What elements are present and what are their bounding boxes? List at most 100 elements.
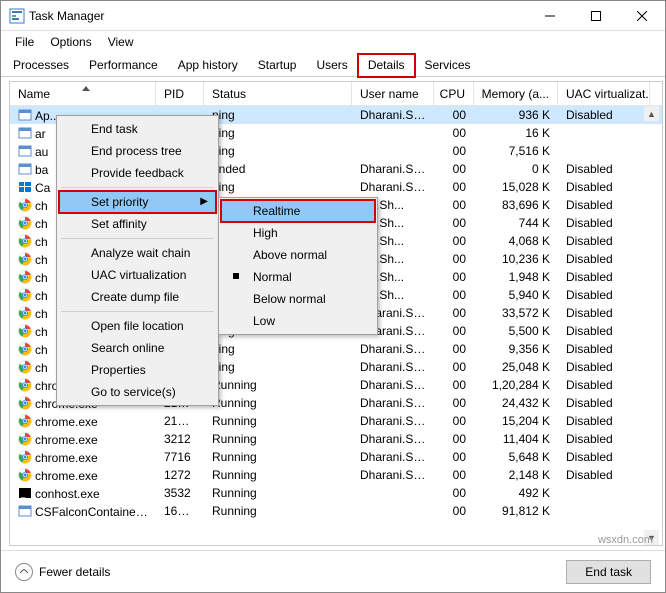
process-status: ning bbox=[204, 144, 352, 158]
chrome-icon bbox=[18, 198, 32, 212]
process-cpu: 00 bbox=[434, 450, 474, 464]
process-status: ended bbox=[204, 162, 352, 176]
process-status: ning bbox=[204, 126, 352, 140]
chrome-icon bbox=[18, 234, 32, 248]
process-uac: Disabled bbox=[558, 234, 650, 248]
tab-services[interactable]: Services bbox=[415, 54, 481, 77]
process-status: Running bbox=[204, 468, 352, 482]
table-row[interactable]: CSFalconContainer.e16128Running0091,812 … bbox=[10, 502, 662, 520]
process-status: ning bbox=[204, 342, 352, 356]
process-memory: 936 K bbox=[474, 108, 558, 122]
priority-above-normal[interactable]: Above normal bbox=[221, 244, 375, 266]
tab-app-history[interactable]: App history bbox=[168, 54, 248, 77]
table-row[interactable]: chrome.exe1272RunningDharani.Sh...002,14… bbox=[10, 466, 662, 484]
process-user: Dharani.Sh... bbox=[352, 450, 434, 464]
col-uac[interactable]: UAC virtualizat... bbox=[558, 82, 650, 105]
process-cpu: 00 bbox=[434, 504, 474, 518]
app-icon bbox=[9, 8, 25, 24]
maximize-button[interactable] bbox=[573, 1, 619, 31]
menu-item-open-file-location[interactable]: Open file location bbox=[59, 315, 216, 337]
table-row[interactable]: chrome.exe3212RunningDharani.Sh...0011,4… bbox=[10, 430, 662, 448]
priority-normal[interactable]: Normal bbox=[221, 266, 375, 288]
priority-low[interactable]: Low bbox=[221, 310, 375, 332]
menu-item-properties[interactable]: Properties bbox=[59, 359, 216, 381]
context-menu: End taskEnd process treeProvide feedback… bbox=[56, 115, 219, 406]
fewer-details-button[interactable]: Fewer details bbox=[15, 563, 110, 581]
table-row[interactable]: chrome.exe21472RunningDharani.Sh...0015,… bbox=[10, 412, 662, 430]
tab-processes[interactable]: Processes bbox=[3, 54, 79, 77]
process-name: au bbox=[35, 145, 48, 159]
process-memory: 33,572 K bbox=[474, 306, 558, 320]
chrome-icon bbox=[18, 216, 32, 230]
tab-performance[interactable]: Performance bbox=[79, 54, 168, 77]
menu-view[interactable]: View bbox=[100, 33, 142, 51]
chrome-icon bbox=[18, 450, 32, 464]
process-memory: 5,940 K bbox=[474, 288, 558, 302]
col-mem[interactable]: Memory (a... bbox=[474, 82, 558, 105]
col-status[interactable]: Status bbox=[204, 82, 352, 105]
menu-item-end-task[interactable]: End task bbox=[59, 118, 216, 140]
process-user: Dharani.Sh... bbox=[352, 342, 434, 356]
process-memory: 744 K bbox=[474, 216, 558, 230]
menu-item-search-online[interactable]: Search online bbox=[59, 337, 216, 359]
end-task-button[interactable]: End task bbox=[566, 560, 651, 584]
menu-item-end-process-tree[interactable]: End process tree bbox=[59, 140, 216, 162]
console-icon: _ bbox=[18, 486, 32, 500]
menu-item-set-affinity[interactable]: Set affinity bbox=[59, 213, 216, 235]
chrome-icon bbox=[18, 378, 32, 392]
minimize-button[interactable] bbox=[527, 1, 573, 31]
process-cpu: 00 bbox=[434, 360, 474, 374]
close-button[interactable] bbox=[619, 1, 665, 31]
process-memory: 9,356 K bbox=[474, 342, 558, 356]
process-name: ch bbox=[35, 307, 48, 321]
menu-item-go-to-service-s-[interactable]: Go to service(s) bbox=[59, 381, 216, 403]
process-uac: Disabled bbox=[558, 270, 650, 284]
process-uac: Disabled bbox=[558, 432, 650, 446]
process-cpu: 00 bbox=[434, 270, 474, 284]
process-cpu: 00 bbox=[434, 396, 474, 410]
svg-text:_: _ bbox=[20, 489, 26, 498]
priority-below-normal[interactable]: Below normal bbox=[221, 288, 375, 310]
process-uac: Disabled bbox=[558, 252, 650, 266]
process-name: ba bbox=[35, 163, 48, 177]
process-status: Running bbox=[204, 396, 352, 410]
process-cpu: 00 bbox=[434, 378, 474, 392]
chrome-icon bbox=[18, 396, 32, 410]
process-uac: Disabled bbox=[558, 108, 650, 122]
process-user: Dharani.Sh... bbox=[352, 180, 434, 194]
process-uac: Disabled bbox=[558, 162, 650, 176]
process-cpu: 00 bbox=[434, 324, 474, 338]
process-uac: Disabled bbox=[558, 216, 650, 230]
col-pid[interactable]: PID bbox=[156, 82, 204, 105]
process-memory: 24,432 K bbox=[474, 396, 558, 410]
col-cpu[interactable]: CPU bbox=[434, 82, 474, 105]
menu-item-set-priority[interactable]: Set priority▶ bbox=[59, 191, 216, 213]
process-user: Dharani.Sh... bbox=[352, 360, 434, 374]
process-cpu: 00 bbox=[434, 234, 474, 248]
process-status: Running bbox=[204, 504, 352, 518]
process-uac: Disabled bbox=[558, 180, 650, 194]
menu-options[interactable]: Options bbox=[42, 33, 99, 51]
menu-item-uac-virtualization[interactable]: UAC virtualization bbox=[59, 264, 216, 286]
table-row[interactable]: chrome.exe7716RunningDharani.Sh...005,64… bbox=[10, 448, 662, 466]
menu-item-analyze-wait-chain[interactable]: Analyze wait chain bbox=[59, 242, 216, 264]
col-user[interactable]: User name bbox=[352, 82, 434, 105]
menu-item-create-dump-file[interactable]: Create dump file bbox=[59, 286, 216, 308]
tab-details[interactable]: Details bbox=[358, 54, 415, 77]
table-row[interactable]: _conhost.exe3532Running00492 K bbox=[10, 484, 662, 502]
menu-item-provide-feedback[interactable]: Provide feedback bbox=[59, 162, 216, 184]
tab-users[interactable]: Users bbox=[306, 54, 357, 77]
app-icon bbox=[18, 108, 32, 122]
priority-realtime[interactable]: Realtime bbox=[221, 200, 375, 222]
process-name: Ca bbox=[35, 181, 50, 195]
scroll-up-icon[interactable]: ▲ bbox=[644, 106, 659, 121]
process-user: Dharani.Sh... bbox=[352, 396, 434, 410]
menu-separator bbox=[61, 187, 214, 188]
app-icon bbox=[18, 144, 32, 158]
tab-startup[interactable]: Startup bbox=[248, 54, 307, 77]
priority-high[interactable]: High bbox=[221, 222, 375, 244]
process-memory: 4,068 K bbox=[474, 234, 558, 248]
window-title: Task Manager bbox=[25, 9, 527, 23]
app-icon bbox=[18, 126, 32, 140]
menu-file[interactable]: File bbox=[7, 33, 42, 51]
